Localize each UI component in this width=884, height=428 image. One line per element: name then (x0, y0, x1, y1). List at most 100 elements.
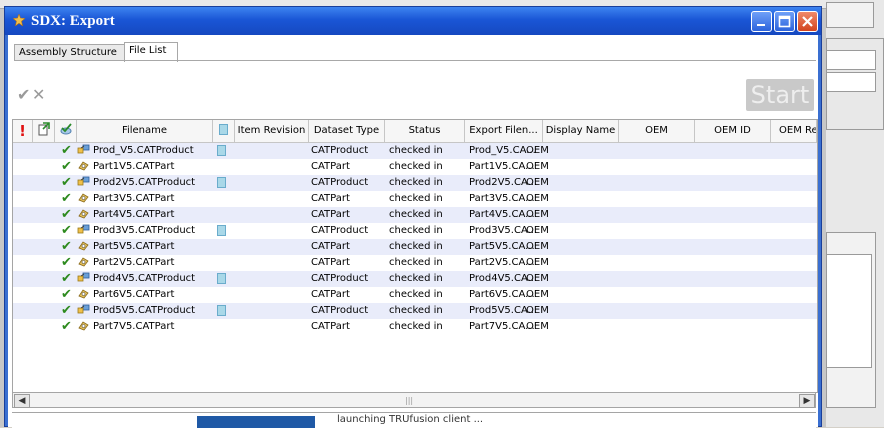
scroll-right-button[interactable]: ▶ (799, 394, 815, 408)
horizontal-scrollbar[interactable]: ◀ ||| ▶ (12, 392, 816, 408)
status-cell: checked in (389, 177, 443, 188)
column-header-warning[interactable]: ! (13, 120, 33, 142)
product-icon (77, 144, 90, 154)
maximize-button[interactable] (774, 11, 795, 32)
column-header-filename[interactable]: Filename (77, 120, 213, 142)
table-row[interactable]: ✔ Prod4V5.CATProduct CATProduct checked in P… (13, 271, 817, 287)
chevron-right-icon: ▶ (803, 396, 811, 406)
table-row[interactable]: ✔ Prod5V5.CATProduct CATProduct checked in P… (13, 303, 817, 319)
tab-label: Assembly Structure (19, 47, 117, 58)
display-name-cell: OEM (526, 289, 549, 300)
filename-text: Part3V5.CATPart (93, 193, 175, 204)
status-cell: checked in (389, 209, 443, 220)
display-name-cell: OEM (526, 209, 549, 220)
filename-text: Prod_V5.CATProduct (93, 145, 194, 156)
table-header: ! Filename Item Revision Dataset Type St… (13, 120, 817, 143)
verify-icon (60, 123, 72, 135)
filename-text: Prod3V5.CATProduct (93, 225, 196, 236)
table-row[interactable]: ✔ Part5V5.CATPart CATPart checked in Part5V5… (13, 239, 817, 255)
column-header-transfer[interactable] (33, 120, 55, 142)
column-header-display-name[interactable]: Display Name (543, 120, 619, 142)
export-dialog: SDX: Export Assembly Structure File List… (4, 6, 822, 428)
tab-assembly-structure[interactable]: Assembly Structure (14, 44, 126, 61)
column-header-export-filename[interactable]: Export Filen... (465, 120, 543, 142)
checked-icon: ✔ (61, 191, 72, 206)
product-icon (77, 272, 90, 282)
filename-cell: Prod3V5.CATProduct (77, 223, 215, 239)
table-row[interactable]: ✔ Part1V5.CATPart CATPart checked in Part1V5… (13, 159, 817, 175)
transfer-icon (38, 122, 50, 136)
table-row[interactable]: ✔ Part4V5.CATPart CATPart checked in Part4V5… (13, 207, 817, 223)
star-icon (13, 14, 25, 26)
dataset-type-cell: CATPart (311, 161, 350, 172)
product-icon (77, 304, 90, 314)
filename-cell: Prod5V5.CATProduct (77, 303, 215, 319)
status-cell: checked in (389, 289, 443, 300)
filename-cell: Part1V5.CATPart (77, 159, 215, 175)
column-header-oem-re[interactable]: OEM Re (771, 120, 817, 142)
dataset-type-cell: CATProduct (311, 225, 369, 236)
display-name-cell: OEM (526, 145, 549, 156)
table-row[interactable]: ✔ Part2V5.CATPart CATPart checked in Part2V5… (13, 255, 817, 271)
dataset-type-cell: CATProduct (311, 145, 369, 156)
minimize-icon (757, 24, 765, 26)
tab-divider (14, 60, 816, 61)
display-name-cell: OEM (526, 193, 549, 204)
table-row[interactable]: ✔ Part6V5.CATPart CATPart checked in Part6V5… (13, 287, 817, 303)
filename-cell: Prod2V5.CATProduct (77, 175, 215, 191)
part-icon (78, 257, 89, 267)
status-cell: checked in (389, 241, 443, 252)
column-header-oem-id[interactable]: OEM ID (695, 120, 771, 142)
display-name-cell: OEM (526, 225, 549, 236)
dataset-type-cell: CATProduct (311, 273, 369, 284)
column-header-verify[interactable] (55, 120, 77, 142)
filename-cell: Part7V5.CATPart (77, 319, 215, 335)
warning-icon: ! (19, 122, 26, 140)
display-name-cell: OEM (526, 257, 549, 268)
status-cell: checked in (389, 257, 443, 268)
background-group (826, 38, 884, 130)
status-bar: launching TRUfusion client ... (12, 412, 816, 428)
close-button[interactable] (797, 11, 818, 32)
checked-icon: ✔ (61, 159, 72, 174)
table-row[interactable]: ✔ Part7V5.CATPart CATPart checked in Part7V5… (13, 319, 817, 335)
scroll-left-button[interactable]: ◀ (14, 394, 30, 408)
start-button[interactable]: Start (746, 79, 814, 111)
display-name-cell: OEM (526, 177, 549, 188)
checked-icon: ✔ (61, 303, 72, 318)
scroll-grip[interactable]: ||| (405, 396, 413, 405)
filename-cell: Part5V5.CATPart (77, 239, 215, 255)
progress-bar (197, 416, 315, 428)
tab-file-list[interactable]: File List (124, 42, 178, 62)
filename-text: Part7V5.CATPart (93, 321, 175, 332)
table-row[interactable]: ✔ Prod2V5.CATProduct CATProduct checked in P… (13, 175, 817, 191)
part-icon (78, 289, 89, 299)
dataset-type-cell: CATPart (311, 289, 350, 300)
part-icon (78, 193, 89, 203)
checked-icon: ✔ (61, 319, 72, 334)
cross-icon[interactable]: ✕ (32, 85, 45, 104)
title-bar[interactable]: SDX: Export (5, 7, 821, 35)
column-header-item-revision[interactable]: Item Revision (235, 120, 309, 142)
table-row[interactable]: ✔ Prod_V5.CATProduct CATProduct checked in P… (13, 143, 817, 159)
column-header-oem[interactable]: OEM (619, 120, 695, 142)
display-name-cell: OEM (526, 273, 549, 284)
dataset-type-cell: CATPart (311, 321, 350, 332)
column-header-document[interactable] (213, 120, 235, 142)
filename-text: Part5V5.CATPart (93, 241, 175, 252)
check-icon[interactable]: ✔ (17, 85, 30, 104)
close-icon (802, 16, 813, 27)
table-row[interactable]: ✔ Prod3V5.CATProduct CATProduct checked in P… (13, 223, 817, 239)
minimize-button[interactable] (751, 11, 772, 32)
column-header-status[interactable]: Status (385, 120, 465, 142)
table-row[interactable]: ✔ Part3V5.CATPart CATPart checked in Part3V5… (13, 191, 817, 207)
part-icon (78, 161, 89, 171)
background-box (826, 2, 874, 28)
file-list-table: ! Filename Item Revision Dataset Type St… (12, 119, 818, 393)
filename-text: Part6V5.CATPart (93, 289, 175, 300)
column-header-dataset-type[interactable]: Dataset Type (309, 120, 385, 142)
checked-icon: ✔ (61, 143, 72, 158)
dataset-type-cell: CATPart (311, 241, 350, 252)
checked-icon: ✔ (61, 255, 72, 270)
status-message: launching TRUfusion client ... (337, 414, 484, 425)
